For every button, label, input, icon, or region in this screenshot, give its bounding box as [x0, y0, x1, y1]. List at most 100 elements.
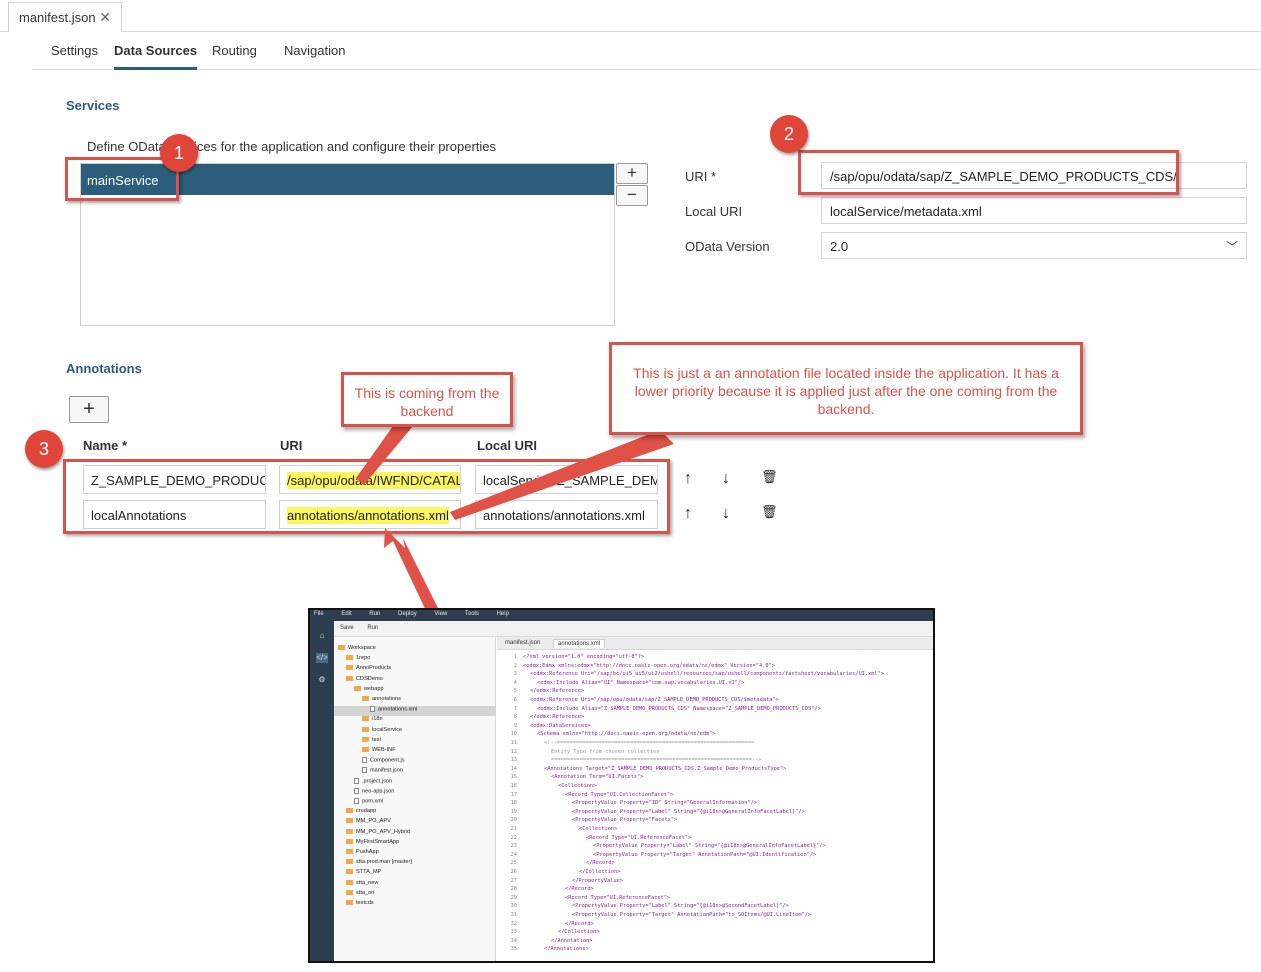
- tab-data-sources[interactable]: Data Sources: [114, 43, 198, 70]
- ide-tree-item[interactable]: MM_PO_APV_Hybrid: [334, 829, 496, 839]
- ide-tree-item[interactable]: Workspace: [334, 645, 496, 655]
- code-line: 24 <PropertyValue Property="Target" Annot…: [497, 852, 817, 860]
- ide-menu-item[interactable]: Edit: [341, 611, 351, 617]
- tab-settings[interactable]: Settings: [51, 43, 98, 58]
- add-service-button[interactable]: +: [616, 163, 648, 184]
- ide-tree-item[interactable]: crudapp: [334, 808, 496, 818]
- odata-version-select[interactable]: 2.0 ﹀: [821, 232, 1247, 259]
- ide-tree-label: AnnoProducts: [356, 665, 392, 672]
- remove-service-button[interactable]: −: [616, 185, 648, 206]
- ide-tree-item[interactable]: testcds: [334, 900, 496, 910]
- ide-tree-item[interactable]: annotations: [334, 696, 496, 706]
- callout-local: This is just a an annotation file locate…: [609, 342, 1083, 435]
- ide-tree-item[interactable]: AnnoProducts: [334, 665, 496, 675]
- ide-tree-item[interactable]: WEB-INF: [334, 747, 496, 757]
- code-text: <Record Type="UI.CollectionFacet">: [565, 791, 674, 798]
- column-name-header: Name *: [83, 438, 128, 453]
- move-down-icon[interactable]: ↓: [722, 505, 730, 523]
- ide-tree-item[interactable]: PushApp: [334, 849, 496, 859]
- code-text: <Collection>: [558, 783, 597, 789]
- ide-tree-item[interactable]: CDSDemo: [334, 676, 496, 686]
- ide-tree-item[interactable]: pom.xml: [334, 798, 496, 808]
- tab-navigation[interactable]: Navigation: [284, 43, 345, 58]
- code-line: 8 </edmx:Reference>: [497, 714, 584, 722]
- code-text: <?xml version="1.0" encoding="utf-8"?>: [523, 654, 645, 660]
- ide-tree-item[interactable]: stta.prod.man [master]: [334, 859, 496, 869]
- folder-icon: [346, 818, 353, 824]
- ide-tree-item[interactable]: Component.js: [334, 757, 496, 767]
- line-number: 28: [510, 886, 517, 893]
- trash-icon[interactable]: 🗑: [761, 504, 778, 520]
- home-icon[interactable]: ⌂: [316, 631, 328, 641]
- line-number: 12: [510, 748, 517, 755]
- tab-routing[interactable]: Routing: [212, 43, 257, 58]
- ide-tree-item[interactable]: i18n: [334, 716, 496, 726]
- ide-tree-item[interactable]: .project.json: [334, 777, 496, 788]
- code-line: 5 </edmx:Reference>: [497, 688, 584, 696]
- move-up-icon[interactable]: ↑: [684, 505, 692, 523]
- move-up-icon[interactable]: ↑: [684, 470, 692, 488]
- code-text: <edmx:Include Alias="UI" Namespace="com.…: [537, 679, 745, 686]
- folder-icon: [346, 869, 353, 875]
- ide-menu-item[interactable]: Run: [369, 611, 380, 617]
- ide-run-button[interactable]: Run: [367, 625, 378, 631]
- local-uri-field[interactable]: localService/metadata.xml: [821, 197, 1247, 224]
- ide-tree-item[interactable]: MyFirstSmartApp: [334, 839, 496, 849]
- ide-editor-tabs: manifest.json annotations.xml: [497, 637, 933, 650]
- move-down-icon[interactable]: ↓: [722, 470, 730, 488]
- ide-tree-item[interactable]: neo-app.json: [334, 787, 496, 798]
- callout-backend: This is coming from the backend: [341, 372, 513, 427]
- ide-tree-item[interactable]: 1repo: [334, 655, 496, 665]
- code-line: 27 </PropertyValue>: [497, 878, 623, 886]
- ide-tree-label: stta_ori: [356, 889, 375, 896]
- line-number: 25: [510, 860, 517, 867]
- folder-icon: [346, 849, 353, 855]
- ide-tree-item[interactable]: test: [334, 737, 496, 747]
- ide-tree-item[interactable]: STTA_MP: [334, 869, 496, 879]
- file-tab-label: manifest.json: [19, 10, 96, 25]
- code-line: 10 <Schema xmlns="http://docs.oasis-open.…: [497, 731, 716, 739]
- line-number: 20: [510, 817, 517, 824]
- code-line: 25 </Record>: [497, 860, 615, 868]
- ide-tree-label: WEB-INF: [372, 747, 396, 753]
- code-text: </Collection>: [558, 929, 600, 936]
- code-text: </Annotation>: [551, 937, 593, 944]
- step-badge-1: 1: [160, 134, 198, 172]
- file-tab-manifest[interactable]: manifest.json ✕: [8, 2, 122, 32]
- ide-menu-item[interactable]: Help: [497, 611, 509, 617]
- code-line: 16 <Collection>: [497, 783, 597, 791]
- ide-tab-annotations[interactable]: annotations.xml: [553, 639, 606, 648]
- code-line: 34 </Annotation>: [497, 937, 593, 946]
- code-line: 31 <PropertyValue Property="Target" Annot…: [497, 912, 812, 920]
- file-icon: [370, 706, 375, 713]
- gear-icon[interactable]: ⚙: [316, 675, 328, 685]
- ide-tree-item[interactable]: localService: [334, 727, 496, 737]
- close-icon[interactable]: ✕: [99, 9, 111, 26]
- code-text: <Annotations Target="Z_SAMPLE_DEMO_PRODU…: [544, 765, 787, 772]
- ide-tree-label: stta.prod.man [master]: [356, 859, 412, 866]
- ide-tree-item[interactable]: stta_ori: [334, 890, 496, 900]
- code-line: 1 <?xml version="1.0" encoding="utf-8"?>: [497, 654, 644, 662]
- add-annotation-button[interactable]: +: [69, 396, 109, 423]
- code-text: <PropertyValue Property="ID" String="Gen…: [572, 800, 757, 807]
- ide-menu-item[interactable]: Deploy: [398, 611, 417, 617]
- trash-icon[interactable]: 🗑: [761, 469, 778, 485]
- code-line: 33 </Collection>: [497, 929, 600, 937]
- ide-menu-item[interactable]: View: [434, 611, 447, 617]
- ide-tree-item[interactable]: stta_new: [334, 880, 496, 890]
- ide-tree-item[interactable]: manifest.json: [334, 767, 496, 777]
- ide-save-button[interactable]: Save: [340, 625, 354, 631]
- code-text: <edmx:Include Alias="Z_SAMPLE_DEMO_PRODU…: [537, 705, 821, 712]
- ide-tree-item[interactable]: MM_PO_APV: [334, 818, 496, 828]
- ide-tree-item[interactable]: annotations.xml: [334, 706, 496, 717]
- file-icon: [354, 787, 359, 794]
- ide-tab-manifest[interactable]: manifest.json: [501, 639, 544, 647]
- code-line: 19 <PropertyValue Property="Label" String…: [497, 809, 805, 817]
- ide-menu-item[interactable]: File: [314, 611, 324, 617]
- ide-tree-item[interactable]: webapp: [334, 686, 496, 696]
- code-icon[interactable]: </>: [316, 653, 328, 663]
- code-text: <PropertyValue Property="Label" String="…: [572, 903, 789, 910]
- odata-version-value: 2.0: [830, 239, 849, 254]
- code-text: <edmx:Reference Uri="/sap/bc/ui5_ui5/ui2…: [530, 671, 884, 678]
- ide-menu-item[interactable]: Tools: [465, 611, 479, 617]
